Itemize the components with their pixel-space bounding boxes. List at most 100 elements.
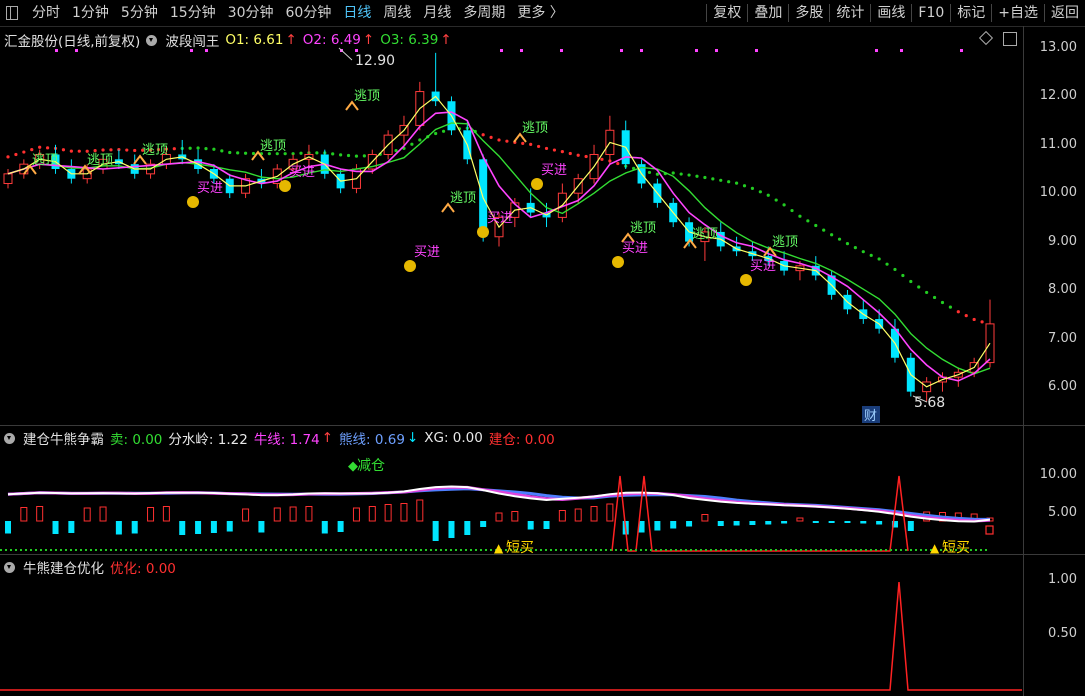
price-chart[interactable]: 逃顶 逃顶逃顶 逃顶逃顶逃顶逃顶逃顶 逃顶逃顶买进买进买进买进买进买进买进 12.90… xyxy=(0,26,1022,426)
trend-dot xyxy=(212,147,216,151)
tab-30min[interactable]: 30分钟 xyxy=(222,0,280,26)
trend-dot xyxy=(133,148,137,153)
tab-fenshi[interactable]: 分时 xyxy=(26,0,66,26)
indicator-bar xyxy=(590,506,598,522)
tab-monthly[interactable]: 月线 xyxy=(417,0,457,26)
svg-text:▲: ▲ xyxy=(494,541,504,554)
top-marker xyxy=(500,49,503,52)
trend-dot xyxy=(711,177,715,181)
trend-dot xyxy=(584,154,588,159)
indicator-bar xyxy=(574,508,582,522)
indicator-bar xyxy=(733,521,740,526)
money-bag-icon xyxy=(531,178,543,190)
indicator-bar xyxy=(321,521,328,534)
tab-1min[interactable]: 1分钟 xyxy=(66,0,115,26)
trend-dot xyxy=(734,181,739,185)
duanmai-text: 短买 xyxy=(506,540,534,554)
indicator-bar xyxy=(480,521,487,527)
mark-button[interactable]: 标记 xyxy=(951,0,991,26)
sub1-y-tick-10: 10.00 xyxy=(1039,467,1077,482)
trend-dot xyxy=(925,290,929,295)
stats-button[interactable]: 统计 xyxy=(830,0,870,26)
red-spike-line xyxy=(611,475,909,552)
escape-top-label: 逃顶 xyxy=(32,153,58,168)
trend-dot xyxy=(972,317,976,322)
indicator-bar xyxy=(52,521,59,534)
candle xyxy=(985,299,995,368)
indicator-bar xyxy=(765,521,772,525)
f10-button[interactable]: F10 xyxy=(912,0,950,26)
optimize-chart[interactable] xyxy=(0,555,1022,695)
jiancang-marker: ◆ 减仓 xyxy=(348,458,385,474)
add-watchlist-button[interactable]: +自选 xyxy=(992,0,1044,26)
tab-60min[interactable]: 60分钟 xyxy=(280,0,338,26)
trend-dot xyxy=(315,151,319,155)
indicator-bar xyxy=(670,521,677,529)
indicator-bar xyxy=(210,521,217,533)
period-toolbar: 分时 1分钟 5分钟 15分钟 30分钟 60分钟 日线 周线 月线 多周期 更… xyxy=(0,0,1085,27)
buy-signal: 买进 xyxy=(187,181,223,208)
trend-dot xyxy=(30,148,34,152)
top-marker xyxy=(55,49,58,52)
tab-multi-period[interactable]: 多周期 xyxy=(457,0,511,26)
top-marker xyxy=(640,49,643,52)
candle xyxy=(178,139,187,165)
tab-15min[interactable]: 15分钟 xyxy=(164,0,222,26)
escape-top-signal: 逃顶 xyxy=(621,221,656,243)
indicator-bar xyxy=(162,506,170,522)
bull-bear-chart[interactable]: ◆ 减仓 ▲ 短买 ▲ 短买 xyxy=(0,426,1022,554)
sidebar-toggle-icon[interactable] xyxy=(6,6,18,20)
indicator-bar xyxy=(179,521,186,535)
trend-dot xyxy=(568,151,572,156)
indicator-bar xyxy=(812,521,819,523)
trend-dot xyxy=(544,146,549,151)
top-marker xyxy=(755,49,758,52)
indicator-bar xyxy=(464,521,471,535)
trend-dot xyxy=(354,154,359,158)
y-tick-9: 9.00 xyxy=(1048,234,1077,249)
cai-badge[interactable]: 财 xyxy=(862,406,880,424)
candle xyxy=(605,115,615,165)
indicator-bar xyxy=(131,521,138,534)
sub2-y-tick-1: 1.00 xyxy=(1048,572,1077,587)
indicator-bar xyxy=(400,503,408,522)
trend-dot xyxy=(77,149,81,153)
tab-more[interactable]: 更多 〉 xyxy=(511,0,569,26)
buy-signal: 买进 xyxy=(740,259,776,286)
indicator-bar xyxy=(416,499,424,522)
y-tick-8: 8.00 xyxy=(1048,282,1077,297)
trend-dot xyxy=(750,186,755,190)
overlay-button[interactable]: 叠加 xyxy=(748,0,788,26)
tab-daily[interactable]: 日线 xyxy=(337,0,377,26)
escape-top-label: 逃顶 xyxy=(630,221,656,236)
trend-dot xyxy=(125,148,129,152)
optimize-signal-line xyxy=(0,581,1022,691)
back-button[interactable]: 返回 xyxy=(1045,0,1085,26)
trend-dot xyxy=(339,153,343,157)
indicator-bar xyxy=(606,503,614,522)
tab-weekly[interactable]: 周线 xyxy=(377,0,417,26)
trend-dot xyxy=(299,151,303,155)
indicator-bar xyxy=(844,521,851,523)
trend-dot xyxy=(220,149,224,153)
multi-stock-button[interactable]: 多股 xyxy=(789,0,829,26)
trend-dot xyxy=(822,228,826,232)
tab-5min[interactable]: 5分钟 xyxy=(115,0,164,26)
trend-dot xyxy=(441,129,446,133)
trend-dot xyxy=(877,257,881,261)
trend-dot xyxy=(679,172,683,176)
fuquan-button[interactable]: 复权 xyxy=(707,0,747,26)
escape-top-label: 逃顶 xyxy=(692,227,718,242)
escape-top-label: 逃顶 xyxy=(772,235,798,250)
indicator-bar xyxy=(860,521,867,524)
buy-label: 买进 xyxy=(289,165,315,180)
trend-dot xyxy=(742,184,747,188)
buy-label: 买进 xyxy=(487,211,513,226)
trend-dot xyxy=(434,131,438,136)
duanmai-marker-2: ▲ 短买 xyxy=(930,540,970,554)
draw-button[interactable]: 画线 xyxy=(871,0,911,26)
trend-dot xyxy=(93,149,97,153)
tool-buttons: 复权 叠加 多股 统计 画线 F10 标记 +自选 返回 xyxy=(706,0,1085,26)
indicator-bar xyxy=(258,521,265,533)
indicator-bar xyxy=(289,506,297,522)
